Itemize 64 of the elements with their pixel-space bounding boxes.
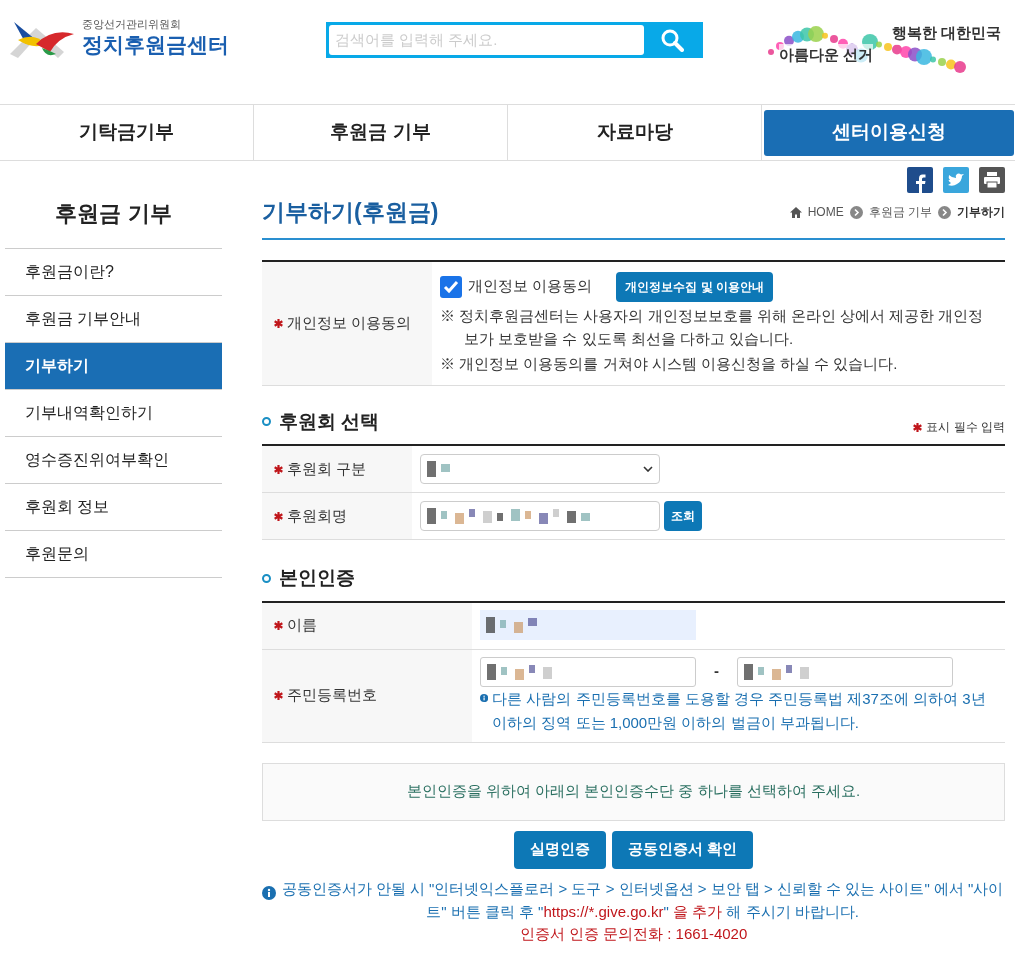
sidebar-item[interactable]: 영수증진위여부확인 xyxy=(5,437,222,484)
required-note: 표시 필수 입력 xyxy=(926,419,1005,436)
info-icon xyxy=(262,885,276,900)
breadcrumb-link[interactable]: 후원금 기부 xyxy=(868,203,932,222)
breadcrumb-link[interactable]: 기부하기 xyxy=(957,203,1005,222)
rrn-separator: - xyxy=(714,661,719,682)
sidebar-item[interactable]: 후원회 정보 xyxy=(5,484,222,531)
nav-tab[interactable]: 센터이용신청 xyxy=(763,109,1014,156)
home-icon xyxy=(789,206,802,218)
section-title: 후원회 선택 xyxy=(279,409,380,434)
nav-tab[interactable]: 기탁금기부 xyxy=(0,105,253,160)
caret-icon xyxy=(643,466,653,472)
required-mark-icon xyxy=(913,422,923,432)
site-title: 정치후원금센터 xyxy=(82,31,229,58)
blurred-value-drawing xyxy=(486,616,537,633)
rrn-back-field[interactable] xyxy=(737,656,953,687)
bird-icon[interactable] xyxy=(943,167,969,193)
sidebar-title: 후원금 기부 xyxy=(5,197,222,249)
sidebar-item[interactable]: 후원문의 xyxy=(5,531,222,578)
checkbox-label: 개인정보 이용동의 xyxy=(468,276,593,297)
facebook-icon[interactable] xyxy=(907,167,933,193)
required-mark-icon xyxy=(274,464,283,474)
support-type-select[interactable] xyxy=(420,454,660,484)
required-mark-icon xyxy=(274,621,283,630)
field-label: 이름 xyxy=(287,615,317,636)
blurred-value-drawing xyxy=(487,663,552,680)
support-name-field[interactable] xyxy=(420,501,660,531)
field-label: 후원회 구분 xyxy=(287,458,367,479)
field-label: 개인정보 이용동의 xyxy=(287,312,412,333)
print-icon[interactable] xyxy=(979,167,1005,193)
lookup-button[interactable]: 조회 xyxy=(664,501,702,531)
name-field[interactable] xyxy=(480,609,696,640)
consent-note: ※ 개인정보 이용동의를 거쳐야 시스템 이용신청을 하실 수 있습니다. xyxy=(440,353,899,374)
privacy-guide-button[interactable]: 개인정보수집 및 이용안내 xyxy=(616,271,773,302)
required-mark-icon xyxy=(274,511,283,521)
sidebar-item[interactable]: 기부내역확인하기 xyxy=(5,390,222,437)
chevron-icon xyxy=(849,205,863,219)
support-phone: 인증서 인증 문의전화 : 1661-4020 xyxy=(518,923,749,944)
rrn-front-field[interactable] xyxy=(480,656,696,687)
field-label: 후원회명 xyxy=(287,505,347,526)
org-name: 중앙선거관리위원회 xyxy=(82,18,182,32)
blurred-value-drawing xyxy=(427,461,450,477)
sidebar-item[interactable]: 기부하기 xyxy=(5,343,222,390)
blurred-value-drawing xyxy=(744,663,809,680)
section-title: 본인인증 xyxy=(279,566,355,590)
nav-tab[interactable]: 자료마당 xyxy=(508,105,761,160)
chevron-icon xyxy=(938,205,951,219)
auth-button[interactable]: 실명인증 xyxy=(513,830,606,869)
field-label: 주민등록번호 xyxy=(287,685,377,706)
sidebar-item[interactable]: 후원금이란? xyxy=(5,249,222,296)
nav-tab[interactable]: 후원금 기부 xyxy=(254,105,507,160)
bullet-icon xyxy=(262,417,271,427)
required-mark-icon xyxy=(274,691,283,700)
breadcrumb-link[interactable]: HOME xyxy=(807,203,844,222)
search-icon xyxy=(660,28,684,52)
certificate-help: 공동인증서가 안될 시 "인터넷익스플로러 > 도구 > 인터넷옵션 > 보안 탭 > 신뢰할 수 있는 사이트" 에서 "사이트" 버튼 클릭 후 "https://*.give.go.kr" 을 추가 해 주시기 바랍니다. xyxy=(280,878,1005,922)
page-title: 기부하기(후원금) xyxy=(262,198,439,227)
consent-checkbox[interactable] xyxy=(440,275,462,298)
auth-button[interactable]: 공동인증서 확인 xyxy=(611,830,754,869)
legal-notice: 다른 사람의 주민등록번호를 도용할 경우 주민등록법 제37조에 의하여 3년 이하의 징역 또는 1,000만원 이하의 벌금이 부과됩니다. xyxy=(492,688,987,733)
required-mark-icon xyxy=(274,318,283,328)
consent-note: ※ 정치후원금센터는 사용자의 개인정보보호를 위해 온라인 상에서 제공한 개인정보가 보호받을 수 있도록 최선을 다하고 있습니다. xyxy=(440,305,985,349)
bullet-icon xyxy=(262,573,271,583)
auth-prompt: 본인인증을 위하여 아래의 본인인증수단 중 하나를 선택하여 주세요. xyxy=(406,781,861,802)
